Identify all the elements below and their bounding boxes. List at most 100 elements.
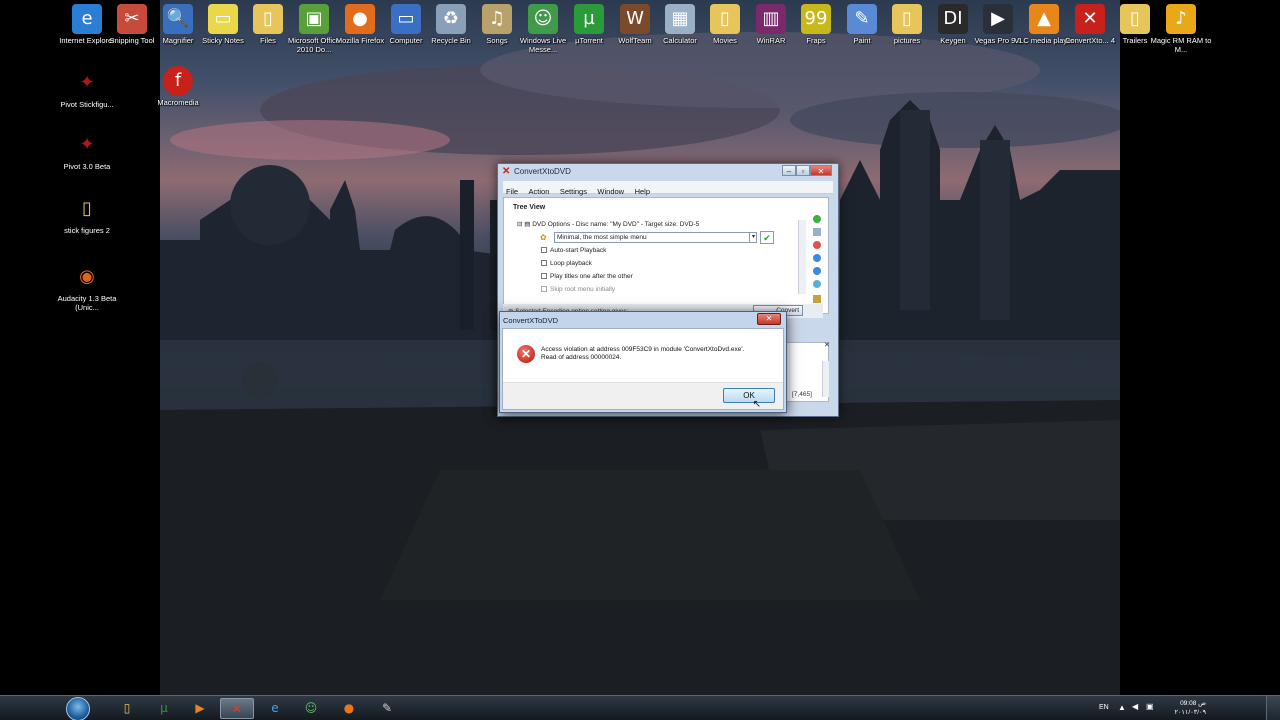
- network-icon[interactable]: ▣: [1146, 702, 1154, 711]
- paint-icon: ✎: [847, 4, 877, 34]
- dvd-options-node[interactable]: ⊟ ▤ DVD Options - Disc name: "My DVD" - …: [517, 220, 699, 228]
- option-loop[interactable]: Loop playback: [541, 260, 592, 267]
- office-icon: ▣: [299, 4, 329, 34]
- dvd-options-text: DVD Options - Disc name: "My DVD" - Targ…: [532, 221, 700, 228]
- desktop-icon-pivot-beta[interactable]: ✦ Pivot 3.0 Beta: [55, 126, 119, 171]
- messenger-taskbar-icon[interactable]: ☺: [294, 698, 328, 719]
- show-desktop-button[interactable]: [1266, 696, 1280, 720]
- clock-time[interactable]: 09:08 ص: [1168, 699, 1206, 707]
- movies-folder-icon: ▯: [710, 4, 740, 34]
- tree-view-panel: Tree View ⊟ ▤ DVD Options - Disc name: "…: [503, 197, 829, 314]
- computer-icon: ▭: [391, 4, 421, 34]
- convertxtodvd-icon: ✕: [1075, 4, 1105, 34]
- chevron-down-icon[interactable]: ▾: [749, 232, 757, 243]
- log-value: [7,465]: [792, 391, 812, 398]
- explorer-taskbar-icon[interactable]: ▯: [110, 698, 144, 719]
- taskbar: ▯ µ ▶ ✕ e ☺ ● ✎ EN ▲ ◀ ▣ 09:08 ص ٢٠١١/٠٣/٠٩: [0, 695, 1280, 720]
- desktop-icon-label: Pivot 3.0 Beta: [63, 162, 111, 171]
- edit-icon[interactable]: [813, 228, 821, 236]
- ie-icon: e: [72, 4, 102, 34]
- desktop-icon-pivot-shortcut[interactable]: ✦ Pivot Stickfigu...: [55, 64, 119, 109]
- error-message-line2: Read of address 00000024.: [541, 354, 622, 361]
- option-play-all-label: Play titles one after the other: [550, 273, 633, 280]
- fraps-icon: 99: [801, 4, 831, 34]
- dialog-close-button[interactable]: ✕: [757, 313, 781, 325]
- option-autostart[interactable]: Auto-start Playback: [541, 247, 606, 254]
- utorrent-taskbar-icon[interactable]: µ: [147, 698, 181, 719]
- option-loop-label: Loop playback: [550, 260, 592, 267]
- pictures-folder-icon: ▯: [892, 4, 922, 34]
- dialog-button-bar: OK ↖: [503, 382, 783, 410]
- trailers-folder-icon: ▯: [1120, 4, 1150, 34]
- start-button[interactable]: [66, 697, 90, 720]
- convertxtodvd-taskbar-icon[interactable]: ✕: [220, 698, 254, 719]
- apply-check-button[interactable]: ✔: [760, 231, 774, 244]
- stick-figures-folder-icon: ▯: [82, 198, 92, 219]
- move-down-icon[interactable]: [813, 267, 821, 275]
- desktop-icon-label: Pivot Stickfigu...: [60, 100, 114, 109]
- magnifier-icon: 🔍: [163, 4, 193, 34]
- letterbox-right: [1120, 0, 1280, 695]
- autostart-checkbox[interactable]: [541, 247, 547, 254]
- tree-scrollbar[interactable]: [798, 220, 806, 294]
- log-close-icon[interactable]: ✕: [824, 341, 830, 349]
- option-autostart-label: Auto-start Playback: [550, 247, 607, 254]
- desktop-icon-stick-figures-folder[interactable]: ▯ stick figures 2: [55, 190, 119, 235]
- macromedia-flash-icon: f: [163, 66, 193, 96]
- error-message-line1: Access violation at address 009F53C9 in …: [541, 346, 745, 353]
- tools-icon[interactable]: [813, 295, 821, 303]
- magic-rm-icon: ♪: [1166, 4, 1196, 34]
- error-icon: ✕: [517, 345, 535, 363]
- sticky-notes-icon: ▭: [208, 4, 238, 34]
- option-play-all[interactable]: Play titles one after the other: [541, 273, 633, 280]
- menu-template-dropdown[interactable]: Minimal, the most simple menu: [554, 232, 757, 243]
- app-taskbar-icon[interactable]: ✎: [370, 698, 404, 719]
- menu-bar: File Action Settings Window Help: [503, 181, 833, 196]
- tree-view-label: Tree View: [513, 204, 546, 211]
- volume-icon[interactable]: ◀: [1132, 702, 1138, 711]
- media-player-taskbar-icon[interactable]: ▶: [183, 698, 217, 719]
- desktop-icon-label: Magic RM RAM to M...: [1150, 36, 1212, 54]
- desktop-screen: e Internet Explorer ✂ Snipping Tool 🔍 Magnifi…: [0, 0, 1280, 720]
- ie-taskbar-icon[interactable]: e: [258, 698, 292, 719]
- recycle-bin-icon: ♻: [436, 4, 466, 34]
- option-skip-root-label: Skip root menu initially: [550, 286, 616, 293]
- clock-date[interactable]: ٢٠١١/٠٣/٠٩: [1164, 708, 1206, 716]
- log-scrollbar[interactable]: [822, 361, 829, 397]
- menu-template-value: Minimal, the most simple menu: [557, 234, 647, 241]
- option-skip-root[interactable]: Skip root menu initially: [541, 286, 615, 293]
- audacity-icon: ◉: [79, 266, 95, 287]
- maximize-button[interactable]: ▫: [796, 165, 810, 176]
- vlc-icon: ▲: [1029, 4, 1059, 34]
- calculator-icon: ▦: [665, 4, 695, 34]
- error-dialog: ConvertXToDVD ✕ ✕ Access violation at ad…: [499, 311, 787, 413]
- move-up-icon[interactable]: [813, 254, 821, 262]
- desktop-icon-magic-rm[interactable]: ♪ Magic RM RAM to M...: [1149, 0, 1213, 54]
- add-icon[interactable]: [813, 215, 821, 223]
- songs-icon: ♫: [482, 4, 512, 34]
- ok-button[interactable]: OK: [723, 388, 775, 403]
- wolfteam-icon: W: [620, 4, 650, 34]
- info-icon[interactable]: [813, 280, 821, 288]
- window-close-button[interactable]: ✕: [810, 165, 832, 176]
- utorrent-icon: µ: [574, 4, 604, 34]
- snipping-tool-icon: ✂: [117, 4, 147, 34]
- remove-icon[interactable]: [813, 241, 821, 249]
- messenger-icon: ☺: [528, 4, 558, 34]
- desktop-icon-macromedia[interactable]: f Macromedia: [146, 62, 210, 107]
- vegas-icon: ▶: [983, 4, 1013, 34]
- folder-icon: ▯: [253, 4, 283, 34]
- minimize-button[interactable]: –: [782, 165, 796, 176]
- firefox-taskbar-icon[interactable]: ●: [332, 698, 366, 719]
- dialog-title: ConvertXToDVD: [503, 316, 559, 325]
- error-message: Access violation at address 009F53C9 in …: [541, 346, 744, 362]
- play-all-checkbox[interactable]: [541, 273, 547, 280]
- pivot-shortcut-icon: ✦: [79, 72, 95, 93]
- tray-expand-icon[interactable]: ▲: [1118, 703, 1126, 712]
- skip-root-checkbox[interactable]: [541, 286, 547, 293]
- desktop-icon-audacity[interactable]: ◉ Audacity 1.3 Beta (Unic...: [55, 258, 119, 312]
- desktop-icon-label: stick figures 2: [64, 226, 110, 235]
- window-titlebar[interactable]: ✕ ConvertXtoDVD – ▫ ✕: [498, 164, 838, 180]
- loop-checkbox[interactable]: [541, 260, 547, 267]
- language-indicator[interactable]: EN: [1099, 704, 1109, 711]
